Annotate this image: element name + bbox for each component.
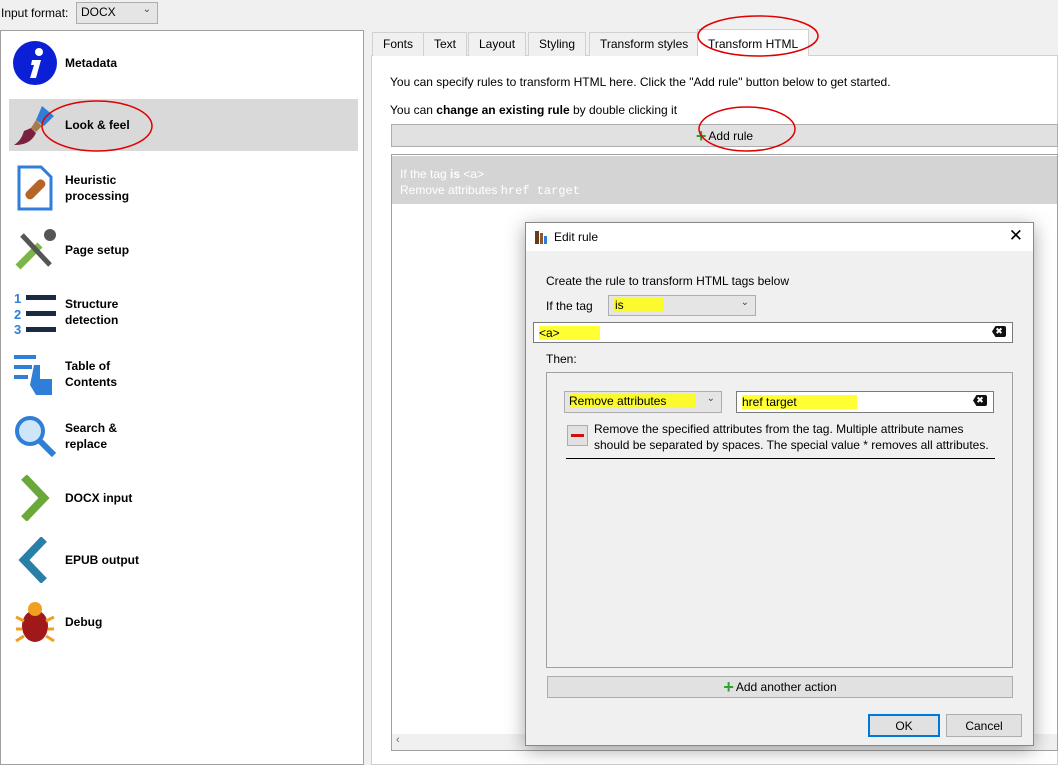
rule-action: Remove attributes: [400, 183, 501, 197]
sidebar-item-label: Look & feel: [65, 118, 130, 132]
sidebar-item-label: Page setup: [65, 243, 130, 257]
bug-icon: [11, 598, 59, 646]
bandage-document-icon: [11, 164, 59, 212]
magnifier-icon: [11, 412, 59, 460]
action-value: Remove attributes: [569, 394, 697, 408]
attributes-value: href target: [742, 395, 857, 409]
toc-hand-icon: [11, 350, 59, 398]
tab-layout[interactable]: Layout: [468, 32, 527, 56]
sidebar-item-page-setup[interactable]: Page setup: [9, 224, 358, 276]
sidebar-item-look-feel[interactable]: Look & feel: [9, 99, 358, 151]
rule-line-1: If the tag is <a>: [400, 166, 1049, 182]
chevron-down-icon: ⌄: [740, 297, 749, 308]
minus-icon: [571, 434, 584, 437]
dialog-titlebar: Edit rule ✕: [526, 223, 1033, 251]
intro-text: You can specify rules to transform HTML …: [390, 75, 891, 89]
sidebar-item-search[interactable]: Search & replace: [9, 410, 358, 462]
attributes-input[interactable]: href target ✖: [736, 391, 994, 413]
tools-icon: [11, 226, 59, 274]
calibre-books-icon: [535, 231, 547, 244]
sidebar-item-toc[interactable]: Table of Contents: [9, 348, 358, 400]
action-select[interactable]: Remove attributes ⌄: [564, 391, 722, 413]
hint-post: by double clicking it: [569, 103, 678, 117]
sidebar-item-heuristic[interactable]: Heuristic processing: [9, 162, 358, 214]
sidebar-item-label: EPUB output: [65, 553, 139, 567]
rule-cond-tag: <a>: [460, 167, 485, 181]
match-type-select[interactable]: is ⌄: [608, 295, 756, 316]
sidebar-item-label: Debug: [65, 615, 103, 629]
rule-action-value: href target: [500, 184, 580, 198]
sidebar: Metadata Look & feel Heuristic processin…: [0, 30, 364, 765]
tab-fonts[interactable]: Fonts: [372, 32, 425, 56]
svg-text:3: 3: [14, 322, 21, 335]
plus-icon: +: [723, 677, 734, 697]
match-type-value: is: [613, 298, 664, 312]
chevron-left-icon: [11, 536, 59, 584]
rule-cond-bold: is: [450, 167, 461, 181]
tab-text[interactable]: Text: [423, 32, 468, 56]
sidebar-item-metadata[interactable]: Metadata: [9, 37, 358, 89]
close-icon[interactable]: ✕: [1009, 226, 1023, 246]
clear-icon[interactable]: ✖: [973, 395, 987, 406]
sidebar-item-label: Heuristic processing: [65, 173, 130, 203]
add-action-label: Add another action: [735, 680, 837, 694]
then-label: Then:: [546, 352, 577, 366]
dialog-title: Edit rule: [554, 230, 599, 244]
chevron-right-icon: [11, 474, 59, 522]
sidebar-item-label: Search & replace: [65, 421, 118, 451]
hint-pre: You can: [390, 103, 437, 117]
sidebar-item-debug[interactable]: Debug: [9, 596, 358, 648]
svg-text:1: 1: [14, 291, 21, 306]
add-rule-label: Add rule: [708, 128, 754, 143]
sidebar-item-structure[interactable]: 123 Structure detection: [9, 286, 358, 338]
input-format-label: Input format:: [1, 6, 69, 20]
add-another-action-button[interactable]: + Add another action: [547, 676, 1013, 698]
info-icon: [11, 39, 59, 87]
tab-transform-styles[interactable]: Transform styles: [589, 32, 700, 56]
remove-action-button[interactable]: [567, 425, 588, 446]
sidebar-item-label: Table of Contents: [65, 359, 117, 389]
sidebar-item-label: Structure detection: [65, 297, 119, 327]
chevron-down-icon: ⌄: [706, 393, 715, 404]
input-format-select[interactable]: DOCX ⌄: [76, 2, 158, 24]
chevron-down-icon: ⌄: [142, 4, 151, 15]
tag-value: <a>: [539, 326, 600, 340]
if-tag-label: If the tag: [546, 299, 593, 313]
tab-transform-html[interactable]: Transform HTML: [697, 29, 810, 56]
input-format-value: DOCX: [81, 5, 116, 19]
numbered-list-icon: 123: [11, 288, 59, 336]
add-rule-button[interactable]: + Add rule: [391, 124, 1058, 147]
svg-text:2: 2: [14, 307, 21, 322]
hint-bold: change an existing rule: [436, 103, 570, 117]
dialog-intro: Create the rule to transform HTML tags b…: [546, 274, 789, 288]
hint-text: You can change an existing rule by doubl…: [390, 103, 677, 117]
action-separator: [566, 458, 995, 459]
cancel-button[interactable]: Cancel: [946, 714, 1022, 737]
action-description: Remove the specified attributes from the…: [594, 422, 989, 452]
ok-button[interactable]: OK: [868, 714, 940, 737]
sidebar-item-label: Metadata: [65, 56, 118, 70]
rule-line-2: Remove attributes href target: [400, 182, 1049, 199]
rule-cond-pre: If the tag: [400, 167, 451, 181]
clear-icon[interactable]: ✖: [992, 326, 1006, 337]
plus-icon: +: [695, 125, 707, 146]
paintbrush-icon: [11, 101, 59, 149]
tab-styling[interactable]: Styling: [528, 32, 587, 56]
tag-input[interactable]: <a> ✖: [533, 322, 1013, 343]
sidebar-item-docx-input[interactable]: DOCX input: [9, 472, 358, 524]
rule-item[interactable]: If the tag is <a> Remove attributes href…: [392, 156, 1057, 204]
sidebar-item-epub-output[interactable]: EPUB output: [9, 534, 358, 586]
actions-group: Remove attributes ⌄ href target ✖ Remove t…: [546, 372, 1013, 668]
sidebar-item-label: DOCX input: [65, 491, 133, 505]
scroll-left-icon[interactable]: ‹: [396, 734, 400, 746]
edit-rule-dialog: Edit rule ✕ Create the rule to transform…: [525, 222, 1034, 746]
